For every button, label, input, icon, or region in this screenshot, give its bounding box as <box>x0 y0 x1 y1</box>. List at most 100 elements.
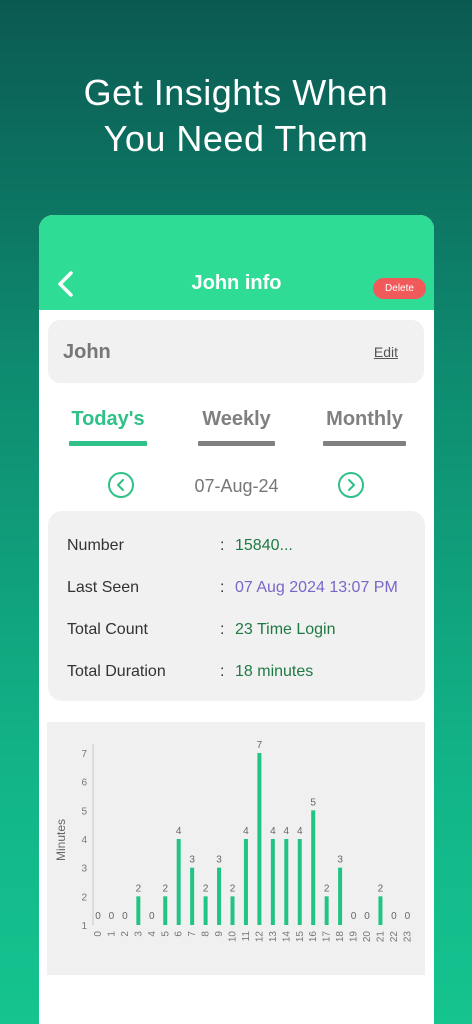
info-colon: : <box>220 663 225 680</box>
info-row-total-count: Total Count : 23 Time Login <box>67 621 417 643</box>
data-label: 5 <box>310 797 316 808</box>
x-tick-label: 14 <box>281 931 292 943</box>
data-label: 0 <box>351 911 357 922</box>
tab-today-label: Today's <box>71 408 145 430</box>
data-label: 4 <box>243 826 249 837</box>
data-label: 0 <box>95 911 101 922</box>
data-label: 0 <box>405 911 411 922</box>
x-tick-label: 6 <box>174 931 185 937</box>
tab-monthly-label: Monthly <box>326 408 403 430</box>
x-tick-label: 0 <box>93 931 104 937</box>
usage-chart: 1 2 3 4 5 6 7 Minutes 0 0 0 1 0 2 2 3 0 4 2 5 4 6 3 7 2 8 3 9 2 10 4 11… <box>47 722 425 975</box>
chevron-right-circle-icon <box>348 479 355 491</box>
x-tick-label: 9 <box>214 931 225 937</box>
x-tick-label: 2 <box>120 931 131 937</box>
data-label: 2 <box>136 883 142 894</box>
data-label: 2 <box>378 883 384 894</box>
y-tick-label: 6 <box>81 778 87 789</box>
y-tick-label: 4 <box>81 835 87 846</box>
bar <box>257 753 262 925</box>
bar <box>203 896 208 925</box>
profile-name-card: John Edit <box>48 320 424 383</box>
bar-chart: 1234567Minutes00010223042546372839210411… <box>54 740 413 943</box>
bar <box>163 896 168 925</box>
info-value: 15840... <box>235 537 293 554</box>
bar <box>297 839 302 925</box>
bar <box>284 839 289 925</box>
tab-weekly-underline <box>198 441 275 446</box>
info-row-number: Number : 15840... <box>67 537 417 559</box>
tab-weekly[interactable]: Weekly <box>198 408 275 446</box>
next-date-button[interactable] <box>338 472 364 498</box>
hero-line-2: You Need Them <box>103 118 369 159</box>
x-tick-label: 1 <box>106 931 117 937</box>
data-label: 2 <box>203 883 209 894</box>
x-tick-label: 3 <box>133 931 144 937</box>
info-row-last-seen: Last Seen : 07 Aug 2024 13:07 PM <box>67 579 417 601</box>
hero-heading: Get Insights When You Need Them <box>0 70 472 162</box>
x-tick-label: 11 <box>241 931 252 942</box>
delete-button[interactable]: Delete <box>373 278 426 299</box>
x-tick-label: 20 <box>362 931 373 943</box>
tab-today-underline <box>69 441 147 446</box>
bar <box>230 896 235 925</box>
phone-screen: John info Delete John Edit Today's Weekl… <box>39 215 434 1024</box>
bar <box>190 867 195 925</box>
info-label: Last Seen <box>67 579 140 596</box>
bar <box>378 896 383 925</box>
data-label: 4 <box>284 826 290 837</box>
x-tick-label: 4 <box>147 931 158 937</box>
x-tick-label: 10 <box>228 931 239 943</box>
tab-monthly-underline <box>323 441 406 446</box>
x-tick-label: 12 <box>254 931 265 943</box>
x-tick-label: 22 <box>389 931 400 943</box>
current-date: 07-Aug-24 <box>194 476 279 496</box>
x-tick-label: 8 <box>201 931 212 937</box>
info-value: 23 Time Login <box>235 621 336 638</box>
hero-line-1: Get Insights When <box>83 72 389 113</box>
data-label: 0 <box>391 911 397 922</box>
info-label: Total Count <box>67 621 148 638</box>
data-label: 2 <box>162 883 168 894</box>
data-label: 2 <box>324 883 330 894</box>
bar <box>176 839 181 925</box>
x-tick-label: 18 <box>335 931 346 943</box>
info-row-total-duration: Total Duration : 18 minutes <box>67 663 417 685</box>
x-tick-label: 7 <box>187 931 198 937</box>
y-tick-label: 1 <box>81 921 87 932</box>
bar <box>311 810 316 925</box>
info-value: 07 Aug 2024 13:07 PM <box>235 579 398 596</box>
data-label: 4 <box>297 826 303 837</box>
info-colon: : <box>220 579 225 596</box>
data-label: 4 <box>270 826 276 837</box>
x-tick-label: 13 <box>268 931 279 943</box>
x-tick-label: 19 <box>349 931 360 943</box>
info-colon: : <box>220 537 225 554</box>
tab-monthly[interactable]: Monthly <box>323 408 406 446</box>
x-tick-label: 21 <box>375 931 386 943</box>
x-tick-label: 15 <box>295 931 306 943</box>
user-info-panel: Number : 15840... Last Seen : 07 Aug 202… <box>48 511 425 701</box>
data-label: 2 <box>230 883 236 894</box>
bar <box>136 896 141 925</box>
info-value: 18 minutes <box>235 663 314 680</box>
y-tick-label: 7 <box>81 749 87 760</box>
info-label: Total Duration <box>67 663 166 680</box>
bar <box>324 896 329 925</box>
data-label: 0 <box>122 911 128 922</box>
x-tick-label: 17 <box>322 931 333 943</box>
y-tick-label: 5 <box>81 806 87 817</box>
app-header: John info Delete <box>39 215 434 310</box>
edit-button[interactable]: Edit <box>374 344 398 360</box>
tab-today[interactable]: Today's <box>69 408 147 446</box>
data-label: 3 <box>216 855 222 866</box>
data-label: 0 <box>109 911 115 922</box>
info-label: Number <box>67 537 124 554</box>
bar <box>270 839 275 925</box>
data-label: 4 <box>176 826 182 837</box>
data-label: 3 <box>337 855 343 866</box>
bar <box>243 839 248 925</box>
data-label: 7 <box>257 740 263 751</box>
info-colon: : <box>220 621 225 638</box>
data-label: 0 <box>364 911 370 922</box>
